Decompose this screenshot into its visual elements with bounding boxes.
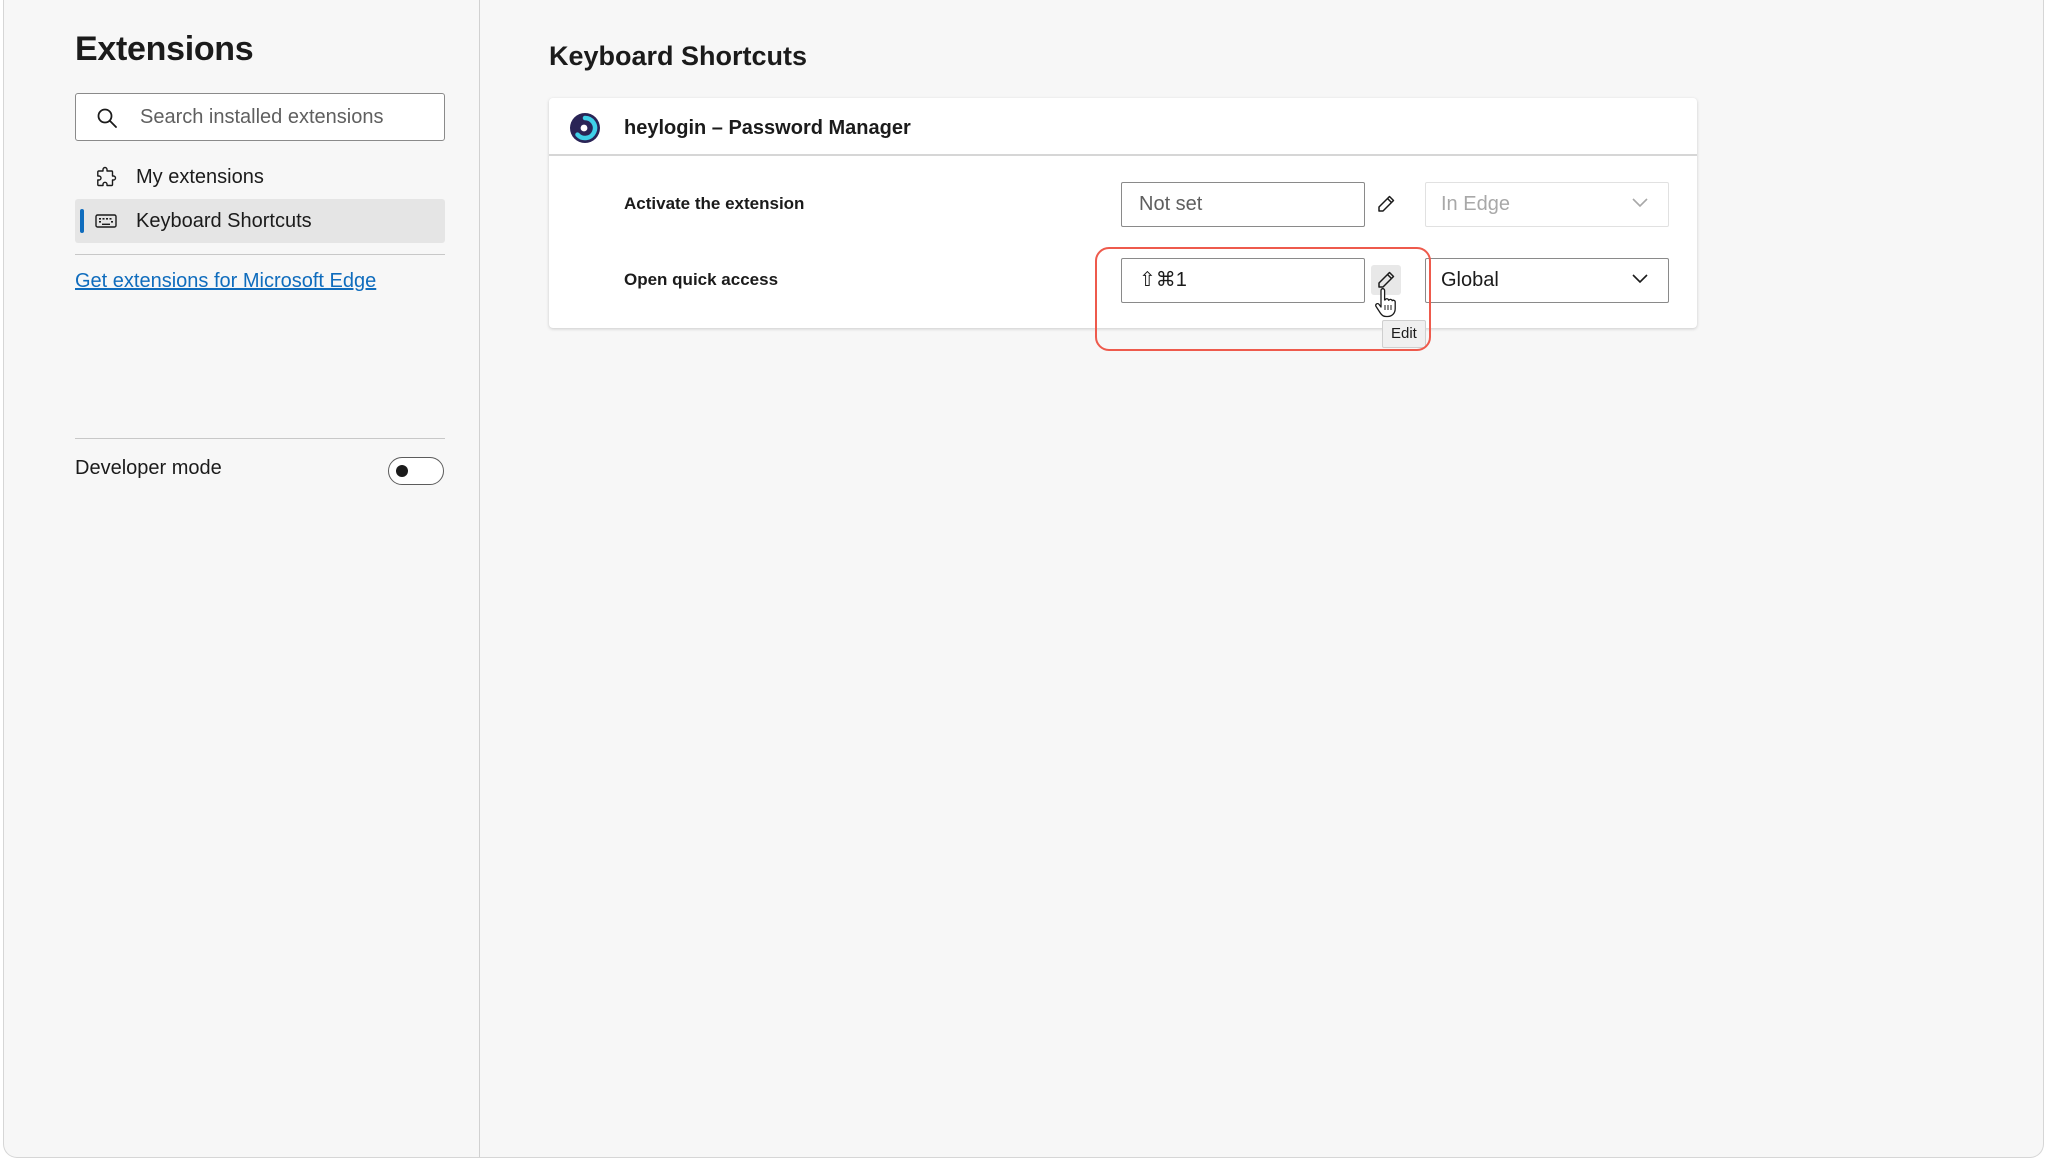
sidebar-divider-bottom <box>75 438 445 439</box>
developer-mode-toggle[interactable] <box>388 457 444 485</box>
scope-select-quick-access[interactable]: Global <box>1425 258 1669 303</box>
shortcut-field-quick-access[interactable]: ⇧⌘1 <box>1121 258 1365 303</box>
active-indicator <box>80 209 84 233</box>
chevron-down-icon <box>1632 198 1648 208</box>
nav-item-my-extensions-label: My extensions <box>136 166 264 188</box>
extension-header: heylogin – Password Manager <box>549 98 1697 156</box>
keyboard-icon <box>95 214 117 228</box>
nav-item-keyboard-shortcuts[interactable]: Keyboard Shortcuts <box>75 199 445 243</box>
pencil-icon <box>1378 271 1395 288</box>
hand-pointer-cursor-icon <box>1375 288 1396 318</box>
nav-item-my-extensions[interactable]: My extensions <box>75 155 445 199</box>
pencil-icon <box>1378 195 1395 212</box>
search-icon <box>97 108 117 128</box>
scope-select-activate-value: In Edge <box>1441 193 1510 215</box>
search-input[interactable] <box>140 94 430 140</box>
chevron-down-icon <box>1632 274 1648 284</box>
sidebar: Extensions My extensions <box>4 0 480 1157</box>
heylogin-logo-icon <box>570 113 600 143</box>
shortcut-label-quick-access: Open quick access <box>624 270 779 289</box>
extension-name: heylogin – Password Manager <box>624 117 911 139</box>
scope-select-activate: In Edge <box>1425 182 1669 227</box>
edit-shortcut-button-activate[interactable] <box>1371 189 1401 219</box>
get-extensions-link[interactable]: Get extensions for Microsoft Edge <box>75 270 376 293</box>
scope-select-quick-access-value: Global <box>1441 269 1499 291</box>
puzzle-icon <box>97 166 117 187</box>
shortcut-field-activate[interactable]: Not set <box>1121 182 1365 227</box>
toggle-knob <box>396 465 408 477</box>
sidebar-title: Extensions <box>75 30 254 68</box>
extension-shortcuts-card: heylogin – Password Manager Activate the… <box>549 98 1697 328</box>
shortcut-label-activate: Activate the extension <box>624 194 805 213</box>
page-title: Keyboard Shortcuts <box>549 41 808 71</box>
developer-mode-label: Developer mode <box>75 457 222 479</box>
nav-item-keyboard-shortcuts-label: Keyboard Shortcuts <box>136 210 312 232</box>
extensions-window: Extensions My extensions <box>3 0 2044 1158</box>
edit-tooltip: Edit <box>1382 320 1426 348</box>
sidebar-divider <box>75 254 445 255</box>
search-box[interactable] <box>75 93 445 141</box>
